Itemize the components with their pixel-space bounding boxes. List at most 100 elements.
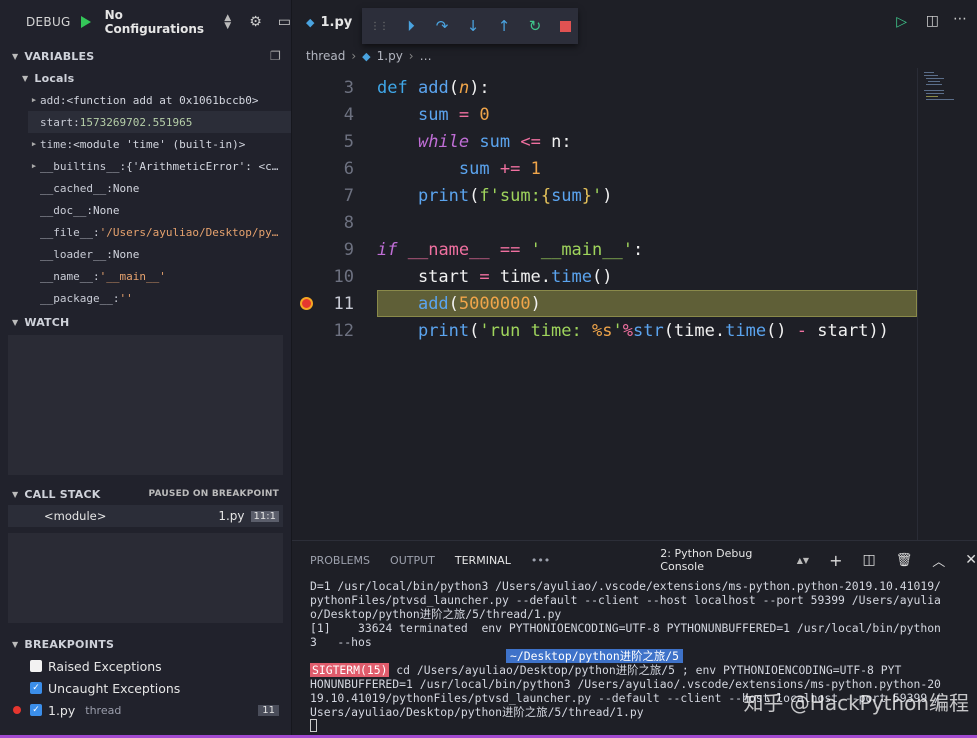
terminal-line: cd /Users/ayuliao/Desktop/python进阶之旅/5 ;… [389, 663, 902, 677]
watermark: 知乎 @HackPython编程 [743, 691, 969, 715]
cwd-badge: ~/Desktop/python进阶之旅/5 [506, 649, 684, 663]
checkbox[interactable]: ✓ [30, 704, 42, 716]
stop-icon[interactable] [560, 20, 571, 32]
start-debug-icon[interactable] [80, 16, 91, 28]
more-icon[interactable]: ⋯ [953, 11, 967, 27]
code-line: 10 start = time.time() [333, 266, 613, 287]
locals-scope[interactable]: ▼ Locals [0, 67, 291, 89]
chevron-down-icon: ▼ [12, 489, 19, 499]
variable-name: time: [40, 137, 74, 151]
run-icon[interactable]: ▷ [896, 14, 907, 30]
tab-output[interactable]: OUTPUT [390, 554, 435, 567]
code-view[interactable]: 3 def add(n): 4 sum = 0 5 while sum <= n:… [292, 74, 977, 344]
breakpoint-item[interactable]: ✓ Uncaught Exceptions [0, 677, 291, 699]
tab-terminal[interactable]: TERMINAL [455, 554, 511, 567]
variable-value: <function add at 0x1061bccb0> [66, 93, 259, 107]
variable-row[interactable]: ▶ add: <function add at 0x1061bccb0> [28, 89, 291, 111]
console-icon[interactable]: ▭ [278, 14, 291, 30]
variable-row[interactable]: __doc__: None [28, 199, 291, 221]
minimap[interactable] [917, 68, 977, 540]
restart-icon[interactable]: ↻ [527, 17, 543, 35]
variable-row[interactable]: __cached__: None [28, 177, 291, 199]
variable-row[interactable]: __file__: '/Users/ayuliao/Desktop/py… [28, 221, 291, 243]
tab-1py[interactable]: ◆ 1.py [292, 15, 352, 30]
terminal-cursor [310, 719, 941, 735]
chevron-updown-icon[interactable]: ▲▼ [797, 556, 809, 565]
python-file-icon: ◆ [362, 49, 371, 63]
variable-value: '' [119, 291, 133, 305]
step-into-icon[interactable]: ↓ [465, 17, 481, 35]
variable-row[interactable]: ▶ __builtins__: {'ArithmeticError': <c… [28, 155, 291, 177]
code-line: 5 while sum <= n: [343, 131, 572, 152]
continue-icon[interactable]: ⏵ [403, 17, 419, 35]
code-line: 4 sum = 0 [343, 104, 490, 125]
chevron-updown-icon[interactable]: ▲▼ [224, 14, 231, 31]
variable-value: '/Users/ayuliao/Desktop/py… [99, 225, 279, 239]
frame-position: 11:1 [250, 510, 279, 522]
config-select[interactable]: No Configurations [105, 8, 211, 36]
variable-value: <module 'time' (built-in)> [73, 137, 246, 151]
close-panel-icon[interactable]: ✕ [965, 552, 977, 568]
editor-area: ◆ 1.py ▷ ◫ ⋯ ⋮⋮ ⏵ ↷ ↓ ↑ ↻ thread › ◆ 1.p… [292, 0, 977, 540]
collapse-all-icon[interactable]: ❐ [270, 49, 281, 63]
variable-value: None [92, 203, 120, 217]
add-terminal-icon[interactable]: + [829, 551, 842, 570]
variable-row[interactable]: ▶ time: <module 'time' (built-in)> [28, 133, 291, 155]
code-line: 9 if __name__ == '__main__': [343, 239, 644, 260]
gear-icon[interactable]: ⚙ [249, 14, 262, 30]
variable-value: '__main__' [99, 269, 166, 283]
watch-panel [8, 335, 283, 475]
chevron-down-icon: ▼ [12, 317, 19, 327]
breakpoints-header[interactable]: ▼ BREAKPOINTS [0, 633, 291, 655]
maximize-panel-icon[interactable]: ︿ [932, 551, 945, 570]
breakpoint-item[interactable]: ✓ 1.py thread 11 [0, 699, 291, 721]
terminal-select[interactable]: 2: Python Debug Console [660, 547, 788, 573]
terminal-line: [1] 33624 terminated env PYTHONIOENCODIN… [310, 621, 941, 635]
variable-row[interactable]: __loader__: None [28, 243, 291, 265]
callstack-header[interactable]: ▼ CALL STACK PAUSED ON BREAKPOINT [0, 483, 291, 505]
terminal-line: 3 --hos [310, 635, 372, 649]
code-line: 8 [343, 212, 354, 233]
variable-value: {'ArithmeticError': <c… [126, 159, 279, 173]
panel-tabs: PROBLEMS OUTPUT TERMINAL ••• 2: Python D… [292, 541, 977, 579]
checkbox[interactable]: ✓ [30, 682, 42, 694]
variable-name: start: [40, 115, 80, 129]
breakpoint-item[interactable]: Raised Exceptions [0, 655, 291, 677]
step-out-icon[interactable]: ↑ [496, 17, 512, 35]
variable-value: 1573269702.551965 [79, 115, 193, 129]
callstack-panel [8, 533, 283, 623]
breadcrumb: thread › ◆ 1.py › … [306, 49, 432, 63]
more-tabs-icon[interactable]: ••• [531, 554, 550, 567]
trash-icon[interactable]: 🗑 [896, 553, 913, 568]
chevron-right-icon: ▶ [31, 140, 37, 148]
variable-value: None [112, 181, 140, 195]
watch-header[interactable]: ▼ WATCH [0, 311, 291, 333]
code-line: 12 print('run time: %s'%str(time.time() … [333, 320, 889, 341]
variables-header[interactable]: ▼ VARIABLES ❐ [0, 45, 291, 67]
variable-name: __package__: [40, 291, 120, 305]
variable-row[interactable]: start: 1573269702.551965 [28, 111, 291, 133]
variable-row[interactable]: __package__: '' [28, 287, 291, 309]
callstack-frame[interactable]: <module> 1.py 11:1 [8, 505, 283, 527]
debug-toolbar: DEBUG No Configurations ▲ ▼ ⚙ ▭ [0, 0, 291, 44]
variable-name: __doc__: [40, 203, 93, 217]
bottom-panel: PROBLEMS OUTPUT TERMINAL ••• 2: Python D… [292, 540, 977, 738]
tab-problems[interactable]: PROBLEMS [310, 554, 370, 567]
variable-value: None [112, 247, 140, 261]
variable-name: __file__: [40, 225, 100, 239]
terminal-line: o/Desktop/python进阶之旅/5/thread/1.py [310, 607, 562, 621]
debug-controls: ⋮⋮ ⏵ ↷ ↓ ↑ ↻ [362, 8, 578, 44]
checkbox[interactable] [30, 660, 42, 672]
split-editor-icon[interactable]: ◫ [926, 13, 939, 29]
variable-row[interactable]: __name__: '__main__' [28, 265, 291, 287]
chevron-right-icon: ▶ [31, 162, 37, 170]
variable-name: __cached__: [40, 181, 113, 195]
breakpoint-dot-icon [13, 706, 21, 714]
step-over-icon[interactable]: ↷ [434, 17, 450, 35]
split-terminal-icon[interactable]: ◫ [863, 552, 876, 568]
debug-sidebar: DEBUG No Configurations ▲ ▼ ⚙ ▭ ▼ VARIABL… [0, 0, 292, 738]
drag-handle-icon[interactable]: ⋮⋮ [370, 21, 389, 32]
variable-name: add: [40, 93, 67, 107]
variable-name: __builtins__: [40, 159, 127, 173]
signal-badge: SIGTERM(15) [310, 663, 390, 677]
